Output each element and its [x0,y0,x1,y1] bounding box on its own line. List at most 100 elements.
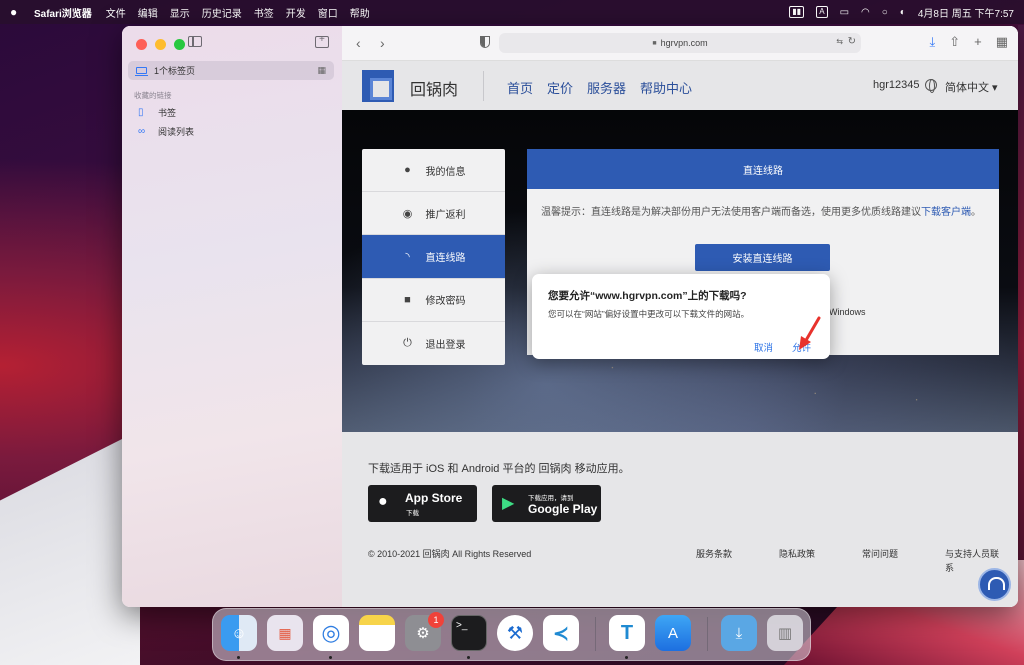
battery-icon[interactable]: ▭ [840,7,849,18]
menu-clock[interactable]: 4月8日 周五 下午7:57 [918,5,1014,20]
dock-separator [595,617,596,651]
privacy-shield-icon[interactable] [480,36,490,48]
running-indicator [329,656,332,659]
control-center-icon[interactable]: ◐ [900,7,906,18]
status-area: ▮▮ A ▭ ◠ ○ ◐ 4月8日 周五 下午7:57 [789,5,1014,20]
sidebar-item-bookmarks[interactable]: ▯ 书签 [138,106,176,119]
dialog-cancel-button[interactable]: 取消 [754,340,773,354]
notes-icon[interactable] [359,615,395,651]
download-permission-dialog: 您要允许“www.hgrvpn.com”上的下载吗? 您可以在“网站”偏好设置中… [532,274,830,359]
translate-icon[interactable]: ⇆ [836,37,843,46]
sidebar-item-label: 书签 [158,108,177,118]
language-selector[interactable]: 简体中文 ▾ [945,79,998,95]
menu-label: 我的信息 [425,166,466,178]
running-indicator [237,656,240,659]
downloads-icon[interactable]: ⤓ [929,34,935,50]
nav-help[interactable]: 帮助中心 [640,78,692,97]
power-icon: ⏻ [403,336,412,349]
finder-icon[interactable]: ☺ [221,615,257,651]
battery-percent-icon[interactable]: ▮▮ [789,6,805,18]
footer-download-text: 下载适用于 iOS 和 Android 平台的 回锅肉 移动应用。 [368,463,630,475]
close-window-button[interactable] [136,39,147,50]
new-tab-icon[interactable]: + [974,34,982,50]
vscode-icon[interactable]: ≺ [543,615,579,651]
menu-label: 直连线路 [425,252,466,264]
install-direct-line-button[interactable]: 安装直连线路 [695,244,830,271]
sidebar-item-label: 阅读列表 [158,127,195,137]
apple-icon[interactable]: ● [10,5,20,19]
app-store-label: App Store [405,491,463,505]
menu-develop[interactable]: 开发 [286,5,306,20]
share-icon[interactable]: ⇧ [949,34,960,50]
xcode-icon[interactable]: ⚒ [497,615,533,651]
testflight-icon[interactable]: T [609,615,645,651]
input-method-icon[interactable]: A [816,6,828,18]
footer-privacy-link[interactable]: 隐私政策 [779,547,815,561]
app-store-sub: 下载 [406,510,419,517]
menu-app-name[interactable]: Safari浏览器 [34,5,92,20]
download-client-link[interactable]: 下载客户端 [921,207,971,218]
menu-logout[interactable]: ⏻ 退出登录 [362,322,505,365]
dock: ☺ ▦ ◎ ⚙ >_ ⚒ ≺ T A ⤓ ▥ [212,608,811,661]
nav-pricing[interactable]: 定价 [547,78,573,97]
running-indicator [467,656,470,659]
menu-edit[interactable]: 编辑 [138,5,158,20]
menu-label: 修改密码 [425,296,466,308]
tip-suffix: 。 [971,207,981,218]
sidebar-section-title: 收藏的链接 [134,91,172,100]
site-header: 回锅肉 首页 定价 服务器 帮助中心 hgr12345 简体中文 ▾ [342,61,1018,110]
back-icon[interactable]: ‹ [356,35,361,51]
red-arrow-annotation [799,316,821,350]
podcast-icon: ◉ [402,207,413,220]
browser-toolbar: ‹ › ■ hgrvpn.com ⇆ ↻ ⤓ ⇧ + ▦ [342,26,1018,61]
terminal-icon[interactable]: >_ [451,615,487,651]
minimize-window-button[interactable] [155,39,166,50]
downloads-folder-icon[interactable]: ⤓ [721,615,757,651]
footer-faq-link[interactable]: 常问问题 [862,547,898,561]
trash-icon[interactable]: ▥ [767,615,803,651]
lock-icon: ■ [652,39,657,47]
dialog-title: 您要允许“www.hgrvpn.com”上的下载吗? [548,290,747,302]
menu-help[interactable]: 帮助 [350,5,370,20]
menu-history[interactable]: 历史记录 [202,5,242,20]
google-play-label: Google Play [528,502,598,516]
tab-overview-icon[interactable]: ▦ [317,65,326,76]
sidebar-toggle-icon[interactable] [188,36,202,47]
bookmark-icon: ▯ [138,107,144,118]
site-logo[interactable] [362,70,394,102]
nav-servers[interactable]: 服务器 [587,78,626,97]
nav-home[interactable]: 首页 [507,78,533,97]
google-play-button[interactable]: ▶ 下载应用，请到 Google Play [492,485,601,522]
menu-my-info[interactable]: ● 我的信息 [362,149,505,193]
site-footer: 下载适用于 iOS 和 Android 平台的 回锅肉 移动应用。 ● App … [342,432,1018,607]
menu-view[interactable]: 显示 [170,5,190,20]
spotlight-icon[interactable]: ○ [882,7,888,18]
zoom-window-button[interactable] [174,39,185,50]
support-chat-icon[interactable] [978,568,1011,601]
forward-icon[interactable]: › [380,35,385,51]
address-text: hgrvpn.com [660,38,708,48]
username[interactable]: hgr12345 [873,79,920,91]
reload-icon[interactable]: ↻ [848,36,856,47]
menu-bookmarks[interactable]: 书签 [254,5,274,20]
tab-group-item[interactable]: 1个标签页 ▦ [128,61,334,80]
running-indicator [625,656,628,659]
app-store-button[interactable]: ● App Store 下载 [368,485,477,522]
new-tab-group-icon[interactable] [315,34,329,48]
site-brand[interactable]: 回锅肉 [410,76,458,100]
account-menu: ● 我的信息 ◉ 推广返利 ◝ 直连线路 ■ 修改密码 ⏻ 退出登录 [362,149,505,365]
footer-terms-link[interactable]: 服务条款 [696,547,732,561]
menu-direct-line[interactable]: ◝ 直连线路 [362,235,505,279]
wifi-icon[interactable]: ◠ [861,7,870,18]
menu-referral[interactable]: ◉ 推广返利 [362,192,505,236]
launchpad-icon[interactable]: ▦ [267,615,303,651]
address-bar[interactable]: ■ hgrvpn.com ⇆ ↻ [499,33,861,53]
window-controls [136,39,185,50]
tab-overview-icon[interactable]: ▦ [996,34,1008,50]
safari-icon[interactable]: ◎ [313,615,349,651]
menu-file[interactable]: 文件 [106,5,126,20]
menu-window[interactable]: 窗口 [318,5,338,20]
menu-change-password[interactable]: ■ 修改密码 [362,279,505,322]
sidebar-item-reading-list[interactable]: ∞ 阅读列表 [138,125,194,138]
app-store-icon[interactable]: A [655,615,691,651]
